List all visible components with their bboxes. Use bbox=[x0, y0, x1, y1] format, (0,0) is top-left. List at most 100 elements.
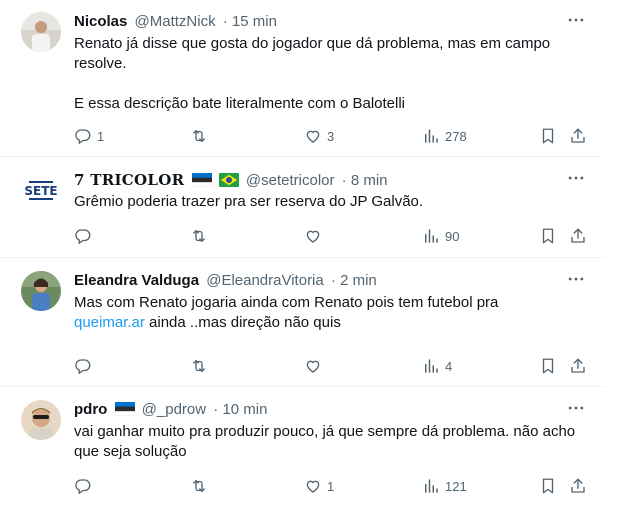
views-icon bbox=[422, 227, 440, 245]
tweet-setetricolor[interactable]: SETE 7 TRICOLOR @setetricolor · 8 min Gr… bbox=[0, 158, 604, 258]
reply-button[interactable] bbox=[74, 226, 92, 246]
share-icon bbox=[569, 477, 587, 495]
tweet-text-rest: ainda ..mas direção não quis bbox=[144, 314, 341, 331]
like-icon bbox=[304, 477, 322, 495]
share-button[interactable] bbox=[569, 356, 587, 376]
retweet-icon bbox=[190, 477, 208, 495]
timestamp[interactable]: · 2 min bbox=[331, 272, 377, 289]
views-count: 4 bbox=[445, 358, 453, 374]
views-icon bbox=[422, 477, 440, 495]
author-name[interactable]: Eleandra Valduga bbox=[74, 272, 199, 289]
author-name[interactable]: pdro bbox=[74, 401, 107, 418]
like-button[interactable]: 1 bbox=[304, 476, 334, 496]
reply-feed: Nicolas @MattzNick · 15 min Renato já di… bbox=[0, 0, 619, 506]
more-icon[interactable] bbox=[565, 10, 587, 30]
like-button[interactable] bbox=[304, 356, 322, 376]
tweet-header: Nicolas @MattzNick · 15 min bbox=[74, 12, 604, 32]
reply-button[interactable] bbox=[74, 356, 92, 376]
views-button[interactable]: 278 bbox=[422, 126, 467, 146]
tweet-text-line: queimar.ar ainda ..mas direção não quis bbox=[74, 313, 594, 333]
views-count: 121 bbox=[445, 478, 467, 494]
retweet-icon bbox=[190, 227, 208, 245]
retweet-button[interactable] bbox=[190, 226, 208, 246]
retweet-button[interactable] bbox=[190, 126, 208, 146]
bookmark-icon bbox=[539, 477, 557, 495]
estonia-flag-icon bbox=[192, 173, 212, 187]
tweet-text-line: Grêmio poderia trazer pra ser reserva do… bbox=[74, 193, 424, 210]
tweet-text-line: vai ganhar muito pra produzir pouco, já … bbox=[74, 423, 576, 460]
views-icon bbox=[422, 127, 440, 145]
tweet-link[interactable]: queimar.ar bbox=[74, 314, 145, 331]
tweet-text: vai ganhar muito pra produzir pouco, já … bbox=[74, 422, 594, 462]
author-handle[interactable]: @_pdrow bbox=[142, 401, 206, 418]
avatar[interactable]: SETE bbox=[21, 170, 61, 210]
share-icon bbox=[569, 127, 587, 145]
author-handle[interactable]: @EleandraVitoria bbox=[206, 272, 324, 289]
share-icon bbox=[569, 357, 587, 375]
bookmark-button[interactable] bbox=[539, 476, 557, 496]
tweet-text-line: E essa descrição bate literalmente com o… bbox=[74, 95, 405, 112]
reply-icon bbox=[74, 477, 92, 495]
more-icon[interactable] bbox=[565, 269, 587, 289]
tweet-actions: 1 3 278 bbox=[74, 126, 594, 146]
bookmark-button[interactable] bbox=[539, 356, 557, 376]
author-handle[interactable]: @MattzNick bbox=[135, 13, 216, 30]
avatar[interactable] bbox=[21, 271, 61, 311]
tweet-eleandra[interactable]: Eleandra Valduga @EleandraVitoria · 2 mi… bbox=[0, 259, 604, 387]
share-button[interactable] bbox=[569, 476, 587, 496]
avatar[interactable] bbox=[21, 400, 61, 440]
views-icon bbox=[422, 357, 440, 375]
estonia-flag-icon bbox=[115, 402, 135, 416]
tweet-header: pdro @_pdrow · 10 min bbox=[74, 400, 604, 420]
views-button[interactable]: 4 bbox=[422, 356, 452, 376]
views-button[interactable]: 121 bbox=[422, 476, 467, 496]
more-icon[interactable] bbox=[565, 168, 587, 188]
tweet-text: Renato já disse que gosta do jogador que… bbox=[74, 34, 594, 114]
author-name[interactable]: Nicolas bbox=[74, 13, 127, 30]
tweet-header: 7 TRICOLOR @setetricolor · 8 min bbox=[74, 170, 604, 190]
tweet-actions: 1 121 bbox=[74, 476, 594, 496]
avatar[interactable] bbox=[21, 12, 61, 52]
retweet-button[interactable] bbox=[190, 476, 208, 496]
views-count: 278 bbox=[445, 128, 467, 144]
tweet-text-line: Mas com Renato jogaria ainda com Renato … bbox=[74, 294, 499, 311]
author-name[interactable]: 7 TRICOLOR bbox=[74, 171, 184, 189]
tweet-text: Mas com Renato jogaria ainda com Renato … bbox=[74, 293, 594, 333]
share-button[interactable] bbox=[569, 126, 587, 146]
tweet-actions: 90 bbox=[74, 226, 594, 246]
tweet-text-line: Renato já disse que gosta do jogador que… bbox=[74, 35, 551, 72]
bookmark-button[interactable] bbox=[539, 126, 557, 146]
views-count: 90 bbox=[445, 228, 460, 244]
like-icon bbox=[304, 357, 322, 375]
like-icon bbox=[304, 127, 322, 145]
reply-button[interactable] bbox=[74, 476, 92, 496]
more-icon[interactable] bbox=[565, 398, 587, 418]
bookmark-icon bbox=[539, 127, 557, 145]
like-button[interactable]: 3 bbox=[304, 126, 334, 146]
bookmark-icon bbox=[539, 227, 557, 245]
like-button[interactable] bbox=[304, 226, 322, 246]
brazil-flag-icon bbox=[219, 173, 239, 187]
tweet-actions: 4 bbox=[74, 356, 594, 376]
author-handle[interactable]: @setetricolor bbox=[246, 172, 335, 189]
retweet-button[interactable] bbox=[190, 356, 208, 376]
reply-icon bbox=[74, 357, 92, 375]
timestamp[interactable]: · 8 min bbox=[342, 172, 388, 189]
tweet-pdro[interactable]: pdro @_pdrow · 10 min vai ganhar muito p… bbox=[0, 388, 604, 506]
reply-button[interactable]: 1 bbox=[74, 126, 104, 146]
tweet-nicolas[interactable]: Nicolas @MattzNick · 15 min Renato já di… bbox=[0, 0, 604, 157]
bookmark-button[interactable] bbox=[539, 226, 557, 246]
timestamp[interactable]: · 10 min bbox=[213, 401, 267, 418]
like-count: 3 bbox=[327, 128, 335, 144]
share-button[interactable] bbox=[569, 226, 587, 246]
like-icon bbox=[304, 227, 322, 245]
retweet-icon bbox=[190, 357, 208, 375]
tweet-text: Grêmio poderia trazer pra ser reserva do… bbox=[74, 192, 594, 212]
retweet-icon bbox=[190, 127, 208, 145]
timestamp[interactable]: · 15 min bbox=[223, 13, 277, 30]
views-button[interactable]: 90 bbox=[422, 226, 459, 246]
reply-count: 1 bbox=[97, 128, 105, 144]
share-icon bbox=[569, 227, 587, 245]
reply-icon bbox=[74, 127, 92, 145]
bookmark-icon bbox=[539, 357, 557, 375]
